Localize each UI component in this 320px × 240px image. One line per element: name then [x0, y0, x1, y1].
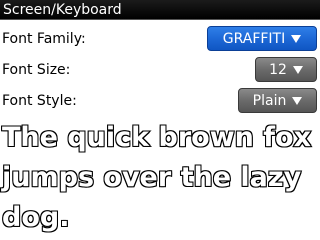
font-size-dropdown[interactable]: 12 [255, 57, 317, 82]
font-family-value: GRAFFITI [222, 30, 286, 47]
font-family-row: Font Family: GRAFFITI [0, 24, 320, 54]
font-style-dropdown[interactable]: Plain [238, 88, 317, 113]
font-preview-text: The quick brown fox jumps over the lazy … [1, 121, 312, 234]
title-bar: Screen/Keyboard [0, 0, 320, 20]
chevron-down-icon [292, 97, 303, 105]
font-size-value: 12 [269, 61, 287, 78]
window-title: Screen/Keyboard [3, 2, 122, 18]
chevron-down-icon [292, 66, 303, 74]
font-style-row: Font Style: Plain [0, 86, 320, 116]
font-size-row: Font Size: 12 [0, 55, 320, 85]
font-style-label: Font Style: [2, 93, 77, 109]
font-family-label: Font Family: [2, 31, 86, 47]
font-size-label: Font Size: [2, 62, 71, 78]
font-style-value: Plain [252, 92, 287, 109]
font-family-dropdown[interactable]: GRAFFITI [207, 26, 317, 51]
chevron-down-icon [291, 35, 302, 43]
